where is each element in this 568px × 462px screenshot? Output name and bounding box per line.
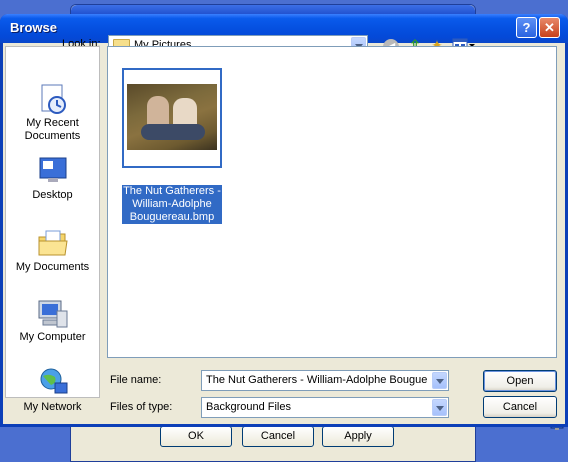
chevron-down-icon[interactable] — [432, 372, 447, 389]
places-item-desktop[interactable]: Desktop — [6, 155, 99, 202]
background-cancel-button[interactable]: Cancel — [242, 426, 314, 447]
my-computer-icon — [37, 297, 69, 329]
places-label-my-documents: My Documents — [15, 261, 90, 273]
chevron-down-icon[interactable] — [432, 399, 447, 416]
recent-documents-icon — [37, 83, 69, 115]
my-documents-icon — [37, 227, 69, 259]
help-button[interactable]: ? — [516, 17, 537, 38]
places-label-my-computer: My Computer — [19, 331, 86, 343]
places-label-desktop: Desktop — [32, 189, 73, 201]
desktop-icon — [37, 155, 69, 187]
background-ok-button[interactable]: OK — [160, 426, 232, 447]
places-item-my-documents[interactable]: My Documents — [6, 227, 99, 274]
file-name-value: The Nut Gatherers - William-Adolphe Boug… — [206, 374, 428, 386]
places-label-my-network: My Network — [23, 401, 82, 413]
places-item-my-recent-documents[interactable]: My Recent Documents — [6, 83, 99, 143]
places-bar: My Recent Documents Desktop My Documents — [5, 46, 100, 413]
places-label-recent: My Recent Documents — [24, 117, 81, 142]
files-of-type-value: Background Files — [206, 401, 291, 413]
dialog-title: Browse — [10, 20, 57, 35]
file-thumbnail[interactable] — [122, 68, 222, 168]
my-network-icon — [37, 367, 69, 399]
background-apply-button[interactable]: Apply — [322, 426, 394, 447]
places-item-my-computer[interactable]: My Computer — [6, 297, 99, 344]
places-item-my-network[interactable]: My Network — [6, 367, 99, 414]
files-of-type-label: Files of type: — [110, 401, 173, 413]
file-list[interactable]: The Nut Gatherers - William-Adolphe Boug… — [107, 46, 557, 358]
painting-thumbnail-image — [127, 84, 217, 150]
file-name-input[interactable]: The Nut Gatherers - William-Adolphe Boug… — [201, 370, 449, 391]
open-button[interactable]: Open — [483, 370, 557, 392]
file-name-label: File name: — [110, 374, 162, 386]
files-of-type-dropdown[interactable]: Background Files — [201, 397, 449, 418]
file-name-caption[interactable]: The Nut Gatherers - William-Adolphe Boug… — [122, 185, 222, 224]
cancel-button[interactable]: Cancel — [483, 396, 557, 418]
close-button[interactable]: ✕ — [539, 17, 560, 38]
